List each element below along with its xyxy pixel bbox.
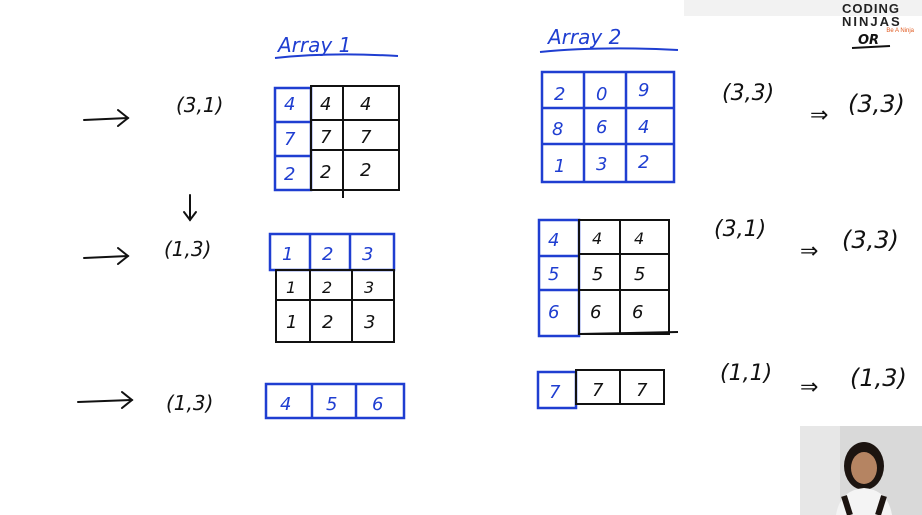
a2g2-cell: 5 (592, 264, 603, 285)
result-3-b: (1,3) (850, 364, 907, 392)
result-2-arrow: ⇒ (800, 239, 818, 264)
a2g1-cell: 3 (596, 154, 607, 175)
whiteboard: Array 1 Array 2 (3,1) (1,3) (1,3) 4 7 2 … (77, 25, 907, 420)
a1r2-ext-1: 2 (322, 244, 333, 265)
brand-logo: CODING NINJAS Be A Ninja (842, 2, 920, 36)
a1r1-ext-2: 2 (284, 164, 295, 185)
a1r1-ext-0: 4 (284, 94, 295, 115)
a2g2-ext: 6 (548, 302, 559, 323)
a2g2-cell: 5 (634, 264, 645, 285)
a1r2-cell: 2 (322, 278, 332, 297)
down-arrow-icon (183, 194, 197, 222)
result-2-b: (3,3) (842, 226, 899, 254)
a1r2-cell: 3 (364, 278, 374, 297)
array2-title: Array 2 (546, 25, 621, 49)
a2r3-cell: 7 (592, 380, 604, 401)
a2g2-ext: 4 (548, 230, 559, 251)
array2-row3 (575, 369, 665, 405)
a2g1-cell: 2 (638, 152, 649, 173)
a1r1-cell: 2 (360, 160, 371, 181)
shape-row2: (1,3) (164, 237, 211, 261)
a2g2-ext: 5 (548, 264, 559, 285)
result-1-a: (3,3) (722, 81, 774, 106)
a2g1-cell: 9 (638, 80, 649, 101)
result-3-arrow: ⇒ (800, 375, 818, 400)
a2g2-cell: 6 (632, 302, 643, 323)
presenter-image (800, 426, 922, 515)
a1r2-cell: 2 (322, 312, 333, 333)
a1r1-cell: 4 (360, 94, 371, 115)
a1r2-cell: 1 (286, 312, 297, 333)
array1-title: Array 1 (276, 33, 351, 57)
arrow-icon (83, 109, 130, 127)
arrow-icon (83, 247, 130, 265)
a2g1-cell: 2 (554, 84, 565, 105)
arrow-icon (77, 391, 134, 409)
presenter-webcam (800, 426, 922, 515)
a2g2-cell: 4 (592, 229, 602, 248)
result-2-a: (3,1) (714, 217, 766, 242)
a2g1-cell: 8 (552, 119, 563, 140)
result-1-b: (3,3) (848, 90, 905, 118)
a2g1-cell: 1 (554, 156, 565, 177)
a2g1-cell: 6 (596, 117, 607, 138)
shape-row3: (1,3) (166, 391, 213, 415)
a1r1-cell: 7 (320, 127, 332, 148)
a1r2-ext-2: 3 (362, 244, 373, 265)
a1r2-ext-0: 1 (282, 244, 293, 265)
a1r3-cell: 4 (280, 394, 291, 415)
result-1-arrow: ⇒ (810, 103, 828, 128)
logo-line2: NINJAS (842, 14, 902, 29)
a1r1-cell: 4 (320, 94, 331, 115)
a2g2-cell: 6 (590, 302, 601, 323)
a2r3-cell: 7 (549, 382, 561, 403)
a2r3-cell: 7 (636, 380, 648, 401)
a1r1-cell: 7 (360, 127, 372, 148)
result-3-a: (1,1) (720, 361, 772, 386)
a1r3-cell: 6 (372, 394, 383, 415)
a1r2-cell: 3 (364, 312, 375, 333)
a2g1-cell: 4 (638, 117, 649, 138)
shape-row1: (3,1) (176, 93, 223, 117)
a1r1-ext-1: 7 (284, 129, 296, 150)
a1r3-cell: 5 (326, 394, 337, 415)
a1r1-cell: 2 (320, 162, 331, 183)
a2g1-cell: 0 (596, 84, 607, 105)
a1r2-cell: 1 (286, 278, 296, 297)
a2g2-cell: 4 (634, 229, 644, 248)
